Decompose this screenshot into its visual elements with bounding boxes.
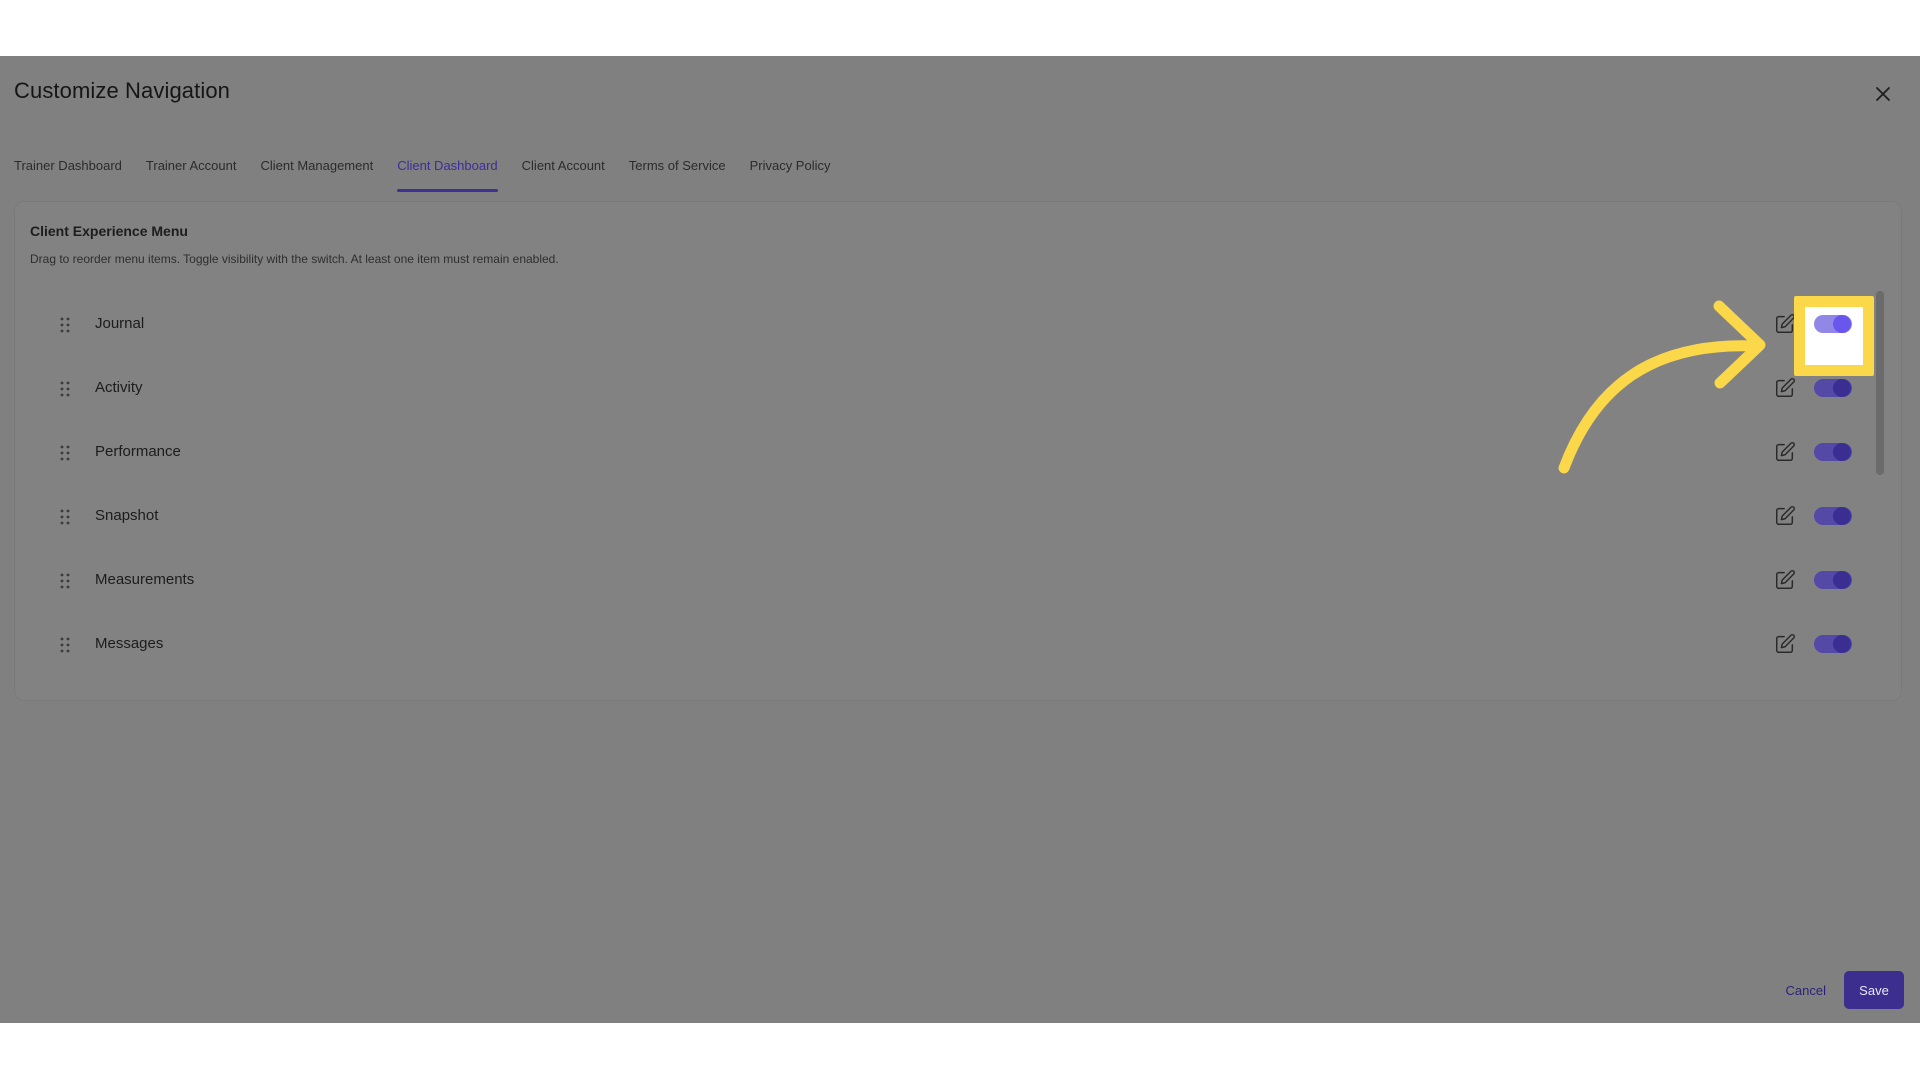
panel-scrollbar[interactable] [1876,291,1884,475]
edit-icon[interactable] [1774,377,1796,399]
save-button[interactable]: Save [1844,971,1904,1009]
tab-client-dashboard[interactable]: Client Dashboard [397,152,499,192]
visibility-toggle-activity[interactable] [1814,379,1852,397]
edit-icon[interactable] [1774,633,1796,655]
list-item: Messages [14,613,1874,677]
toggle-knob [1833,507,1851,525]
dialog-overlay: Customize Navigation Trainer Dashboard T… [0,56,1920,1023]
menu-item-label: Measurements [95,571,195,588]
menu-item-label: Messages [95,635,164,652]
menu-item-label: Snapshot [95,507,159,524]
visibility-toggle-snapshot[interactable] [1814,507,1852,525]
panel-title: Client Experience Menu [30,223,188,239]
menu-item-label: Journal [95,315,145,332]
menu-item-list: Journal Activity Performance Snapshot Me… [14,293,1874,677]
drag-handle-icon[interactable] [59,636,71,654]
edit-icon[interactable] [1774,313,1796,335]
drag-handle-icon[interactable] [59,380,71,398]
visibility-toggle-messages[interactable] [1814,635,1852,653]
dialog-title: Customize Navigation [14,78,230,103]
toggle-knob [1833,379,1851,397]
drag-handle-icon[interactable] [59,444,71,462]
tab-client-management[interactable]: Client Management [260,152,373,192]
panel-description: Drag to reorder menu items. Toggle visib… [30,252,559,266]
visibility-toggle-measurements[interactable] [1814,571,1852,589]
list-item: Activity [14,357,1874,421]
edit-icon[interactable] [1774,441,1796,463]
tab-trainer-dashboard[interactable]: Trainer Dashboard [14,152,122,192]
cancel-button[interactable]: Cancel [1784,975,1828,1006]
edit-icon[interactable] [1774,569,1796,591]
drag-handle-icon[interactable] [59,508,71,526]
tab-privacy-policy[interactable]: Privacy Policy [750,152,831,192]
toggle-knob [1833,571,1851,589]
toggle-knob [1833,443,1851,461]
close-button[interactable] [1871,82,1895,106]
list-item: Journal [14,293,1874,376]
list-item: Measurements [14,549,1874,613]
drag-handle-icon[interactable] [59,316,71,334]
drag-handle-icon[interactable] [59,572,71,590]
dialog-footer: Cancel Save [1784,971,1904,1009]
close-icon [1876,87,1890,101]
tab-bar: Trainer Dashboard Trainer Account Client… [14,152,831,192]
toggle-knob [1833,635,1851,653]
tab-trainer-account[interactable]: Trainer Account [146,152,237,192]
list-item: Performance [14,421,1874,485]
visibility-toggle-journal[interactable] [1814,315,1852,333]
menu-item-label: Activity [95,379,143,396]
menu-item-label: Performance [95,443,181,460]
tab-terms-of-service[interactable]: Terms of Service [629,152,726,192]
toggle-knob [1833,315,1851,333]
visibility-toggle-performance[interactable] [1814,443,1852,461]
list-item: Snapshot [14,485,1874,549]
edit-icon[interactable] [1774,505,1796,527]
client-experience-menu-panel: Client Experience Menu Drag to reorder m… [14,201,1902,701]
tab-client-account[interactable]: Client Account [522,152,605,192]
